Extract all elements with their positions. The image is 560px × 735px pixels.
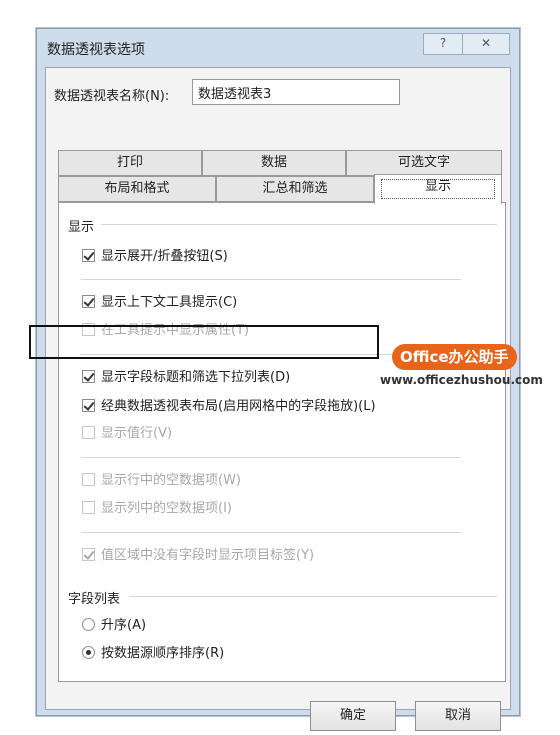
highlight-annotation-box (29, 325, 379, 359)
tab-totals-filters[interactable]: 汇总和筛选 (216, 176, 374, 202)
option-sort-ascending[interactable]: 升序(A) (82, 617, 146, 637)
display-section-header: 显示 (68, 220, 95, 235)
option-show-field-captions[interactable]: 显示字段标题和筛选下拉列表(D) (82, 369, 290, 389)
option-show-empty-column-items: 显示列中的空数据项(I) (82, 500, 232, 520)
option-show-values-row: 显示值行(V) (82, 425, 172, 445)
tab-layout-format[interactable]: 布局和格式 (58, 176, 216, 202)
dialog-body: 数据透视表名称(N): 打印 数据 可选文字 布局和格式 汇总和筛选 显示 显示… (45, 67, 511, 731)
ok-button[interactable]: 确定 (310, 701, 396, 731)
help-button[interactable]: ? (423, 33, 463, 55)
display-tab-panel: 显示 显示展开/折叠按钮(S) 显示上下文工具提示(C) 在工具提示中显示属性(… (58, 202, 506, 682)
title-bar: 数据透视表选项 ? ✕ (37, 29, 519, 67)
checkbox (82, 501, 95, 514)
cancel-button[interactable]: 取消 (415, 701, 501, 731)
tab-data[interactable]: 数据 (202, 150, 346, 176)
checkbox[interactable] (82, 370, 95, 383)
close-button[interactable]: ✕ (462, 33, 510, 55)
checkbox[interactable] (82, 249, 95, 262)
radio-button[interactable] (82, 646, 95, 659)
checkbox[interactable] (82, 399, 95, 412)
option-classic-layout[interactable]: 经典数据透视表布局(启用网格中的字段拖放)(L) (82, 398, 376, 418)
option-show-empty-row-items: 显示行中的空数据项(W) (82, 472, 241, 492)
checkbox (82, 473, 95, 486)
tab-display[interactable]: 显示 (374, 174, 502, 204)
group-divider (81, 279, 461, 280)
watermark-badge: Office办公助手 (392, 344, 517, 370)
checkbox (82, 426, 95, 439)
checkbox (82, 548, 95, 561)
field-list-section-header: 字段列表 (68, 592, 121, 607)
section-divider (101, 224, 497, 225)
tab-alt-text[interactable]: 可选文字 (346, 150, 502, 176)
option-show-context-tooltips[interactable]: 显示上下文工具提示(C) (82, 294, 237, 314)
group-divider (81, 532, 461, 533)
radio-button[interactable] (82, 618, 95, 631)
checkbox[interactable] (82, 295, 95, 308)
tab-print[interactable]: 打印 (58, 150, 202, 176)
pivot-name-input[interactable] (192, 79, 400, 105)
option-show-expand-collapse[interactable]: 显示展开/折叠按钮(S) (82, 248, 228, 268)
pivot-table-options-dialog: 数据透视表选项 ? ✕ 数据透视表名称(N): 打印 数据 可选文字 布局和格式… (36, 28, 520, 731)
watermark-url: www.officezhushou.com (380, 373, 543, 387)
option-show-item-labels: 值区域中没有字段时显示项目标签(Y) (82, 547, 314, 567)
option-sort-data-source-order[interactable]: 按数据源顺序排序(R) (82, 645, 224, 665)
group-divider (81, 457, 461, 458)
dialog-title: 数据透视表选项 (47, 42, 145, 58)
section-divider (129, 596, 497, 597)
pivot-name-label: 数据透视表名称(N): (54, 89, 170, 104)
